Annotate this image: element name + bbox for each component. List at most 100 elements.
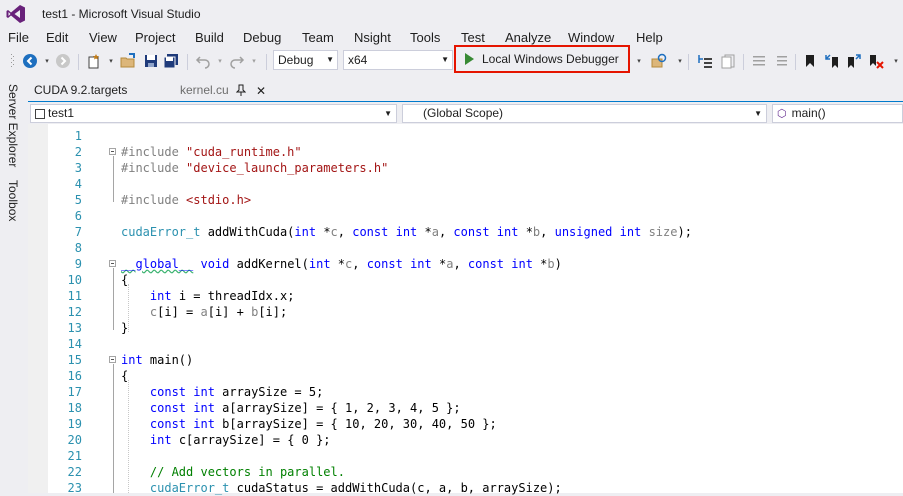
line-number: 7: [74, 225, 82, 239]
toolbar-separator: [187, 54, 188, 70]
toolbar-separator: [266, 54, 267, 70]
chevron-down-icon: ▼: [326, 55, 334, 64]
left-tool-window-strip: Server Explorer Toolbox: [0, 80, 28, 493]
debugger-dropdown-icon[interactable]: ▾: [631, 53, 647, 69]
previous-bookmark-icon[interactable]: [824, 53, 840, 69]
code-line[interactable]: 21: [28, 448, 903, 464]
line-number: 2: [74, 145, 82, 159]
scope-select[interactable]: (Global Scope) ▼: [402, 104, 767, 123]
save-icon[interactable]: [143, 53, 159, 69]
menu-nsight[interactable]: Nsight: [354, 30, 391, 45]
code-line[interactable]: 3 #include "device_launch_parameters.h": [28, 160, 903, 176]
menu-debug[interactable]: Debug: [243, 30, 281, 45]
code-text: __global__ void addKernel(int *c, const …: [121, 257, 562, 271]
start-debugging-button[interactable]: Local Windows Debugger: [454, 45, 630, 73]
code-line[interactable]: 6: [28, 208, 903, 224]
document-tabs: CUDA 9.2.targets kernel.cu ✕: [28, 80, 903, 103]
pin-tab-icon[interactable]: [235, 84, 247, 99]
toolbar-overflow-icon[interactable]: ▾: [888, 53, 903, 69]
step-over-icon[interactable]: [720, 53, 736, 69]
menu-project[interactable]: Project: [135, 30, 175, 45]
code-line[interactable]: 15 int main(): [28, 352, 903, 368]
solution-platform-select[interactable]: x64 ▼: [343, 50, 453, 70]
line-number: 8: [74, 241, 82, 255]
code-editor[interactable]: 1 2 #include "cuda_runtime.h" 3 #include "de…: [28, 124, 903, 496]
code-line[interactable]: 12 c[i] = a[i] + b[i];: [28, 304, 903, 320]
collapse-region-icon[interactable]: [109, 260, 116, 267]
menu-window[interactable]: Window: [568, 30, 614, 45]
save-all-icon[interactable]: [163, 53, 179, 69]
indent-guide: [128, 380, 129, 493]
menu-view[interactable]: View: [89, 30, 117, 45]
code-line[interactable]: 16{: [28, 368, 903, 384]
uncomment-lines-icon[interactable]: [773, 53, 789, 69]
code-text: cudaError_t cudaStatus = addWithCuda(c, …: [149, 481, 562, 495]
code-line[interactable]: 4: [28, 176, 903, 192]
toolbar-separator: [795, 54, 796, 70]
code-line[interactable]: 5 #include <stdio.h>: [28, 192, 903, 208]
open-file-icon[interactable]: [120, 53, 136, 69]
menu-team[interactable]: Team: [302, 30, 334, 45]
code-line[interactable]: 23 cudaError_t cudaStatus = addWithCuda(…: [28, 480, 903, 496]
menu-help[interactable]: Help: [636, 30, 663, 45]
menu-analyze[interactable]: Analyze: [505, 30, 551, 45]
navigate-back-icon[interactable]: [22, 53, 38, 69]
line-number: 3: [74, 161, 82, 175]
navigate-forward-icon[interactable]: [55, 53, 71, 69]
code-text: const int b[arraySize] = { 10, 20, 30, 4…: [149, 417, 497, 431]
new-project-icon[interactable]: [86, 53, 102, 69]
menu-build[interactable]: Build: [195, 30, 224, 45]
server-explorer-tab[interactable]: Server Explorer: [6, 84, 20, 167]
code-line[interactable]: 2 #include "cuda_runtime.h": [28, 144, 903, 160]
outline-region-line: [113, 156, 114, 202]
code-line[interactable]: 1: [28, 128, 903, 144]
new-dropdown-icon[interactable]: ▾: [103, 53, 119, 69]
menu-tools[interactable]: Tools: [410, 30, 440, 45]
code-line[interactable]: 19 const int b[arraySize] = { 10, 20, 30…: [28, 416, 903, 432]
member-select[interactable]: ⬡ main(): [772, 104, 903, 123]
code-line[interactable]: 11 int i = threadIdx.x;: [28, 288, 903, 304]
menu-edit[interactable]: Edit: [46, 30, 68, 45]
redo-dropdown-icon[interactable]: ▾: [246, 53, 262, 69]
code-line[interactable]: 14: [28, 336, 903, 352]
back-dropdown-icon[interactable]: ▾: [39, 53, 55, 69]
collapse-region-icon[interactable]: [109, 148, 116, 155]
solution-configuration-select[interactable]: Debug ▼: [273, 50, 338, 70]
close-tab-icon[interactable]: ✕: [256, 84, 266, 98]
step-into-icon[interactable]: [697, 53, 713, 69]
redo-icon[interactable]: [229, 53, 245, 69]
next-bookmark-icon[interactable]: [846, 53, 862, 69]
line-number: 23: [67, 481, 82, 495]
find-in-files-icon[interactable]: [651, 53, 667, 69]
code-line[interactable]: 10{: [28, 272, 903, 288]
tab-cuda-targets[interactable]: CUDA 9.2.targets: [34, 83, 127, 97]
line-number: 16: [67, 369, 82, 383]
undo-icon[interactable]: [195, 53, 211, 69]
code-line[interactable]: 8: [28, 240, 903, 256]
toolbox-tab[interactable]: Toolbox: [6, 180, 20, 221]
outline-region-line: [113, 364, 114, 493]
find-dropdown-icon[interactable]: ▾: [672, 53, 688, 69]
tab-kernel-cu[interactable]: kernel.cu: [180, 83, 229, 97]
code-text: // Add vectors in parallel.: [149, 465, 345, 479]
line-number: 12: [67, 305, 82, 319]
clear-bookmarks-icon[interactable]: [868, 53, 884, 69]
collapse-region-icon[interactable]: [109, 356, 116, 363]
menu-file[interactable]: File: [8, 30, 29, 45]
project-select[interactable]: test1 ▼: [30, 104, 397, 123]
undo-dropdown-icon[interactable]: ▾: [212, 53, 228, 69]
method-icon: ⬡: [777, 108, 787, 120]
toolbar-grip-icon: [5, 53, 21, 69]
code-line[interactable]: 7 cudaError_t addWithCuda(int *c, const i…: [28, 224, 903, 240]
line-number: 1: [74, 129, 82, 143]
code-line[interactable]: 18 const int a[arraySize] = { 1, 2, 3, 4…: [28, 400, 903, 416]
code-line[interactable]: 9 __global__ void addKernel(int *c, const…: [28, 256, 903, 272]
code-line[interactable]: 22 // Add vectors in parallel.: [28, 464, 903, 480]
bookmark-icon[interactable]: [802, 53, 818, 69]
comment-lines-icon[interactable]: [751, 53, 767, 69]
menu-test[interactable]: Test: [461, 30, 485, 45]
code-line[interactable]: 17 const int arraySize = 5;: [28, 384, 903, 400]
code-line[interactable]: 20 int c[arraySize] = { 0 };: [28, 432, 903, 448]
code-line[interactable]: 13}: [28, 320, 903, 336]
code-text: #include "cuda_runtime.h": [121, 145, 302, 159]
